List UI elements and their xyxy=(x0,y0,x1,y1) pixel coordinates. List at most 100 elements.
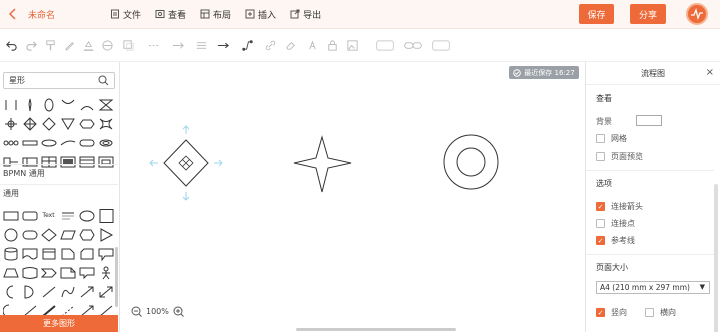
shape-data[interactable] xyxy=(39,244,58,263)
shape-rounded-rectangle[interactable] xyxy=(20,206,39,225)
connection-arrow-toggle[interactable]: ✓ 连接箭头 xyxy=(596,201,643,212)
arrow-right-thin-icon[interactable] xyxy=(170,37,186,53)
shape-item[interactable] xyxy=(58,133,77,152)
menu-insert[interactable]: 插入 xyxy=(245,8,276,21)
shape-item[interactable] xyxy=(20,114,39,133)
shape-ellipse[interactable] xyxy=(77,206,96,225)
shape-trapezoid[interactable] xyxy=(1,263,20,282)
shape-card-folded[interactable] xyxy=(58,263,77,282)
page-preview-checkbox[interactable] xyxy=(596,152,605,161)
more-shapes-button[interactable]: 更多图形 xyxy=(0,315,118,332)
menu-view[interactable]: 查看 xyxy=(155,8,186,21)
connector-icon[interactable] xyxy=(239,37,255,53)
shape-curve[interactable] xyxy=(58,282,77,301)
chain-link-icon[interactable] xyxy=(402,37,424,53)
shape-item[interactable] xyxy=(58,95,77,114)
selected-diamond-shape[interactable] xyxy=(149,125,223,201)
shape-item[interactable] xyxy=(58,114,77,133)
shape-item[interactable] xyxy=(1,114,20,133)
shape-parallelogram[interactable] xyxy=(58,225,77,244)
redo-icon[interactable] xyxy=(23,37,39,53)
eraser-icon[interactable] xyxy=(282,37,298,53)
ungroup-icon[interactable] xyxy=(430,37,452,53)
canvas-horizontal-scrollbar[interactable] xyxy=(296,328,456,331)
shadow-icon[interactable] xyxy=(120,37,136,53)
drawing-canvas[interactable]: 最近保存 16:27 100% xyxy=(121,62,584,332)
chevron-left-icon[interactable] xyxy=(4,0,22,29)
donut-shape[interactable] xyxy=(443,134,499,190)
shape-item[interactable] xyxy=(96,133,115,152)
shape-step[interactable] xyxy=(39,263,58,282)
undo-icon[interactable] xyxy=(3,37,19,53)
shape-item[interactable] xyxy=(1,95,20,114)
shape-item[interactable] xyxy=(20,133,39,152)
shape-note[interactable] xyxy=(58,244,77,263)
shape-document[interactable] xyxy=(20,244,39,263)
format-painter-icon[interactable] xyxy=(42,37,58,53)
shape-item[interactable] xyxy=(77,114,96,133)
shape-cylinder[interactable] xyxy=(1,244,20,263)
shape-item[interactable] xyxy=(39,114,58,133)
grid-checkbox[interactable] xyxy=(596,134,605,143)
category-general[interactable]: 通用 xyxy=(0,184,118,202)
menu-layout[interactable]: 布局 xyxy=(200,8,231,21)
background-color-picker[interactable] xyxy=(636,115,662,126)
share-button[interactable]: 分享 xyxy=(630,4,666,24)
shape-search-input[interactable]: 星形 xyxy=(3,72,115,89)
shape-or[interactable] xyxy=(20,282,39,301)
line-weight-icon[interactable] xyxy=(193,37,209,53)
shape-callout[interactable] xyxy=(96,244,115,263)
shape-half-circle[interactable] xyxy=(1,282,20,301)
portrait-checkbox[interactable]: ✓ xyxy=(596,308,605,317)
shape-arrow-bidirectional[interactable] xyxy=(96,282,115,301)
shape-triangle[interactable] xyxy=(96,225,115,244)
guides-checkbox[interactable]: ✓ xyxy=(596,236,605,245)
text-color-icon[interactable] xyxy=(304,37,320,53)
image-icon[interactable] xyxy=(344,37,360,53)
connection-points-checkbox[interactable] xyxy=(596,219,605,228)
connection-arrow-checkbox[interactable]: ✓ xyxy=(596,202,605,211)
page-size-select[interactable]: A4 (210 mm x 297 mm) ▼ xyxy=(596,281,710,294)
shape-rectangle[interactable] xyxy=(1,206,20,225)
lock-icon[interactable] xyxy=(324,37,340,53)
zoom-out-icon[interactable] xyxy=(131,306,142,317)
save-button[interactable]: 保存 xyxy=(579,4,614,24)
shape-panel-scrollbar[interactable] xyxy=(115,247,118,307)
shape-diamond[interactable] xyxy=(39,225,58,244)
zoom-level[interactable]: 100% xyxy=(146,307,169,316)
shape-line[interactable] xyxy=(39,282,58,301)
shape-process[interactable] xyxy=(20,225,39,244)
pen-icon[interactable] xyxy=(61,37,77,53)
menu-export[interactable]: 导出 xyxy=(290,8,321,21)
connection-points-toggle[interactable]: 连接点 xyxy=(596,218,635,229)
shape-item[interactable] xyxy=(39,95,58,114)
shape-item[interactable] xyxy=(1,133,20,152)
grid-toggle[interactable]: 网格 xyxy=(596,133,627,144)
fill-color-icon[interactable] xyxy=(80,37,96,53)
guides-toggle[interactable]: ✓ 参考线 xyxy=(596,235,635,246)
page-preview-toggle[interactable]: 页面预览 xyxy=(596,151,643,162)
shape-item[interactable] xyxy=(96,114,115,133)
opacity-icon[interactable] xyxy=(99,37,115,53)
avatar[interactable] xyxy=(686,3,708,25)
shape-item[interactable] xyxy=(96,95,115,114)
zoom-in-icon[interactable] xyxy=(173,306,184,317)
group-icon[interactable] xyxy=(374,37,396,53)
shape-actor[interactable] xyxy=(96,263,115,282)
shape-text[interactable]: Text xyxy=(39,206,58,225)
landscape-checkbox[interactable] xyxy=(645,308,654,317)
shape-tape[interactable] xyxy=(20,263,39,282)
menu-file[interactable]: 文件 xyxy=(110,8,141,21)
shape-square[interactable] xyxy=(96,206,115,225)
search-icon[interactable] xyxy=(98,75,109,86)
shape-item[interactable] xyxy=(20,95,39,114)
arrow-right-icon[interactable] xyxy=(215,37,231,53)
document-title[interactable]: 未命名 xyxy=(28,8,100,21)
shape-arrow-diagonal[interactable] xyxy=(77,282,96,301)
line-dashed-icon[interactable] xyxy=(146,37,162,53)
shape-item[interactable] xyxy=(77,133,96,152)
shape-textbox[interactable] xyxy=(58,206,77,225)
close-icon[interactable]: × xyxy=(706,67,714,78)
shape-item[interactable] xyxy=(39,133,58,152)
shape-card[interactable] xyxy=(77,244,96,263)
